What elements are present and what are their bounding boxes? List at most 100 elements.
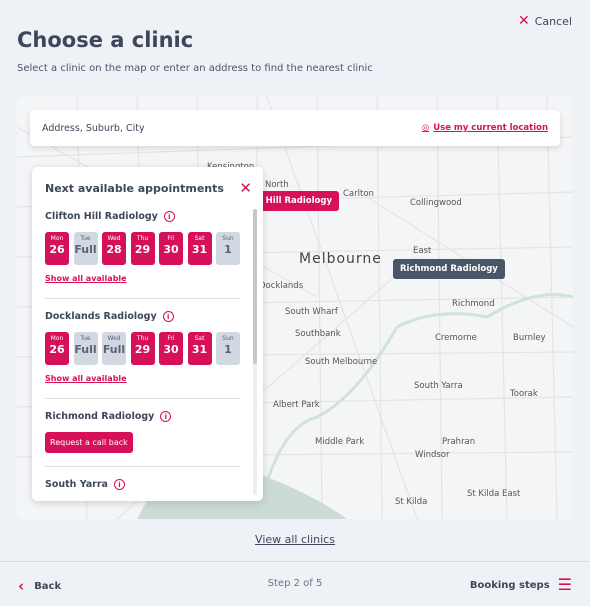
clinic-name: South Yarra	[45, 479, 108, 490]
location-target-icon: ◎	[421, 123, 430, 133]
day-number: Full	[74, 343, 97, 356]
map-label: Southbank	[295, 329, 341, 339]
day-slot: Sun 1	[216, 332, 240, 365]
show-all-available-link[interactable]: Show all available	[45, 374, 252, 383]
close-panel-icon[interactable]: ✕	[239, 179, 252, 197]
booking-steps-label: Booking steps	[469, 579, 550, 591]
map-label: South Melbourne	[305, 357, 378, 367]
clinic-name-row: Clifton Hill Radiology i	[45, 211, 252, 222]
clinic-name-row: South Yarra i	[45, 479, 252, 490]
divider	[45, 466, 241, 467]
map-label: Richmond	[452, 299, 495, 309]
map-label: Toorak	[510, 389, 538, 399]
day-name: Fri	[167, 335, 175, 342]
clinic-name-row: Docklands Radiology i	[45, 311, 252, 322]
day-number: Full	[74, 243, 97, 256]
day-name: Tue	[80, 335, 91, 342]
day-name: Sat	[194, 235, 205, 242]
map-label: Carlton	[343, 189, 374, 199]
map-label: Melbourne	[299, 251, 382, 267]
menu-icon: ☰	[557, 575, 572, 594]
day-name: Fri	[167, 235, 175, 242]
day-slot[interactable]: Fri 30	[159, 332, 183, 365]
day-name: Mon	[50, 235, 64, 242]
footer-divider	[0, 561, 590, 562]
day-list: Mon 26 Tue Full Wed 28 Thu 29 Fri 30 Sat 31 Sun 1	[45, 232, 252, 265]
divider	[45, 398, 241, 399]
info-icon[interactable]: i	[162, 311, 174, 322]
map-label: Albert Park	[273, 400, 320, 410]
clinic-name: Docklands Radiology	[45, 311, 157, 322]
day-name: Sun	[222, 335, 234, 342]
day-slot[interactable]: Thu 29	[130, 232, 155, 265]
clinic-name-row: Richmond Radiology i	[45, 411, 252, 422]
map-label: St Kilda East	[467, 489, 521, 499]
clinic-south-yarra: South Yarra i	[45, 479, 252, 490]
day-slot: Wed Full	[102, 332, 126, 365]
day-number: 1	[224, 243, 232, 256]
use-location-label: Use my current location	[433, 123, 548, 133]
request-call-back-button[interactable]: Request a call back	[45, 432, 133, 453]
clinic-map[interactable]: Kensington North Carlton Collingwood Mel…	[17, 97, 573, 519]
map-label: North	[265, 180, 289, 190]
day-name: Mon	[50, 335, 64, 342]
address-input[interactable]	[42, 122, 292, 134]
map-label: South Yarra	[414, 381, 463, 391]
day-slot: Sun 1	[216, 232, 240, 265]
day-number: 31	[191, 243, 208, 256]
clinic-docklands: Docklands Radiology i Mon 26 Tue Full Wed Full T…	[45, 311, 252, 383]
show-all-available-link[interactable]: Show all available	[45, 274, 252, 283]
map-pin-richmond[interactable]: Richmond Radiology	[393, 259, 505, 279]
map-label: Middle Park	[315, 437, 365, 447]
divider	[45, 298, 241, 299]
day-number: 30	[163, 243, 179, 256]
day-number: 1	[224, 343, 232, 356]
map-label: Burnley	[513, 333, 546, 343]
address-search-bar: ◎Use my current location	[30, 110, 560, 146]
clinic-name: Clifton Hill Radiology	[45, 211, 158, 222]
clinic-name: Richmond Radiology	[45, 411, 155, 422]
day-slot[interactable]: Sat 31	[187, 232, 212, 265]
day-number: 26	[49, 243, 65, 256]
map-label: Docklands	[259, 281, 304, 291]
day-name: Wed	[107, 235, 121, 242]
day-slot[interactable]: Mon 26	[45, 332, 69, 365]
map-label: South Wharf	[285, 307, 338, 317]
day-number: 30	[163, 343, 179, 356]
map-label: Prahran	[442, 437, 476, 447]
day-name: Tue	[80, 235, 91, 242]
clinic-richmond: Richmond Radiology i Request a call back	[45, 411, 252, 453]
map-label: East	[413, 246, 432, 256]
cancel-button[interactable]: ✕ Cancel	[518, 13, 572, 29]
day-list: Mon 26 Tue Full Wed Full Thu 29 Fri 30 Sat 31 Sun 1	[45, 332, 252, 365]
day-slot[interactable]: Fri 30	[159, 232, 183, 265]
day-slot[interactable]: Wed 28	[102, 232, 126, 265]
map-label: Windsor	[415, 450, 450, 460]
info-icon[interactable]: i	[160, 411, 172, 422]
day-slot[interactable]: Mon 26	[45, 232, 69, 265]
day-name: Thu	[136, 335, 149, 342]
map-label: Collingwood	[410, 198, 462, 208]
view-all-clinics-link[interactable]: View all clinics	[0, 533, 590, 546]
day-slot[interactable]: Thu 29	[130, 332, 155, 365]
info-icon[interactable]: i	[113, 479, 125, 490]
day-number: Full	[102, 343, 126, 356]
panel-scrollbar[interactable]	[253, 209, 257, 495]
panel-title: Next available appointments	[45, 182, 224, 195]
booking-steps-button[interactable]: Booking steps ☰	[470, 577, 572, 593]
use-current-location-link[interactable]: ◎ Use my current location	[422, 123, 548, 133]
day-slot: Tue Full	[73, 332, 98, 365]
day-number: 29	[134, 343, 151, 356]
day-name: Thu	[136, 235, 149, 242]
day-slot: Tue Full	[73, 232, 98, 265]
day-name: Wed	[107, 335, 121, 342]
day-number: 26	[49, 343, 65, 356]
day-name: Sun	[222, 235, 234, 242]
day-name: Sat	[194, 335, 205, 342]
page-title: Choose a clinic	[17, 28, 194, 52]
day-number: 31	[191, 343, 208, 356]
info-icon[interactable]: i	[163, 211, 175, 222]
map-label: St Kilda	[395, 497, 428, 507]
day-slot[interactable]: Sat 31	[187, 332, 212, 365]
appointments-panel: Next available appointments ✕ Clifton Hi…	[32, 167, 263, 501]
